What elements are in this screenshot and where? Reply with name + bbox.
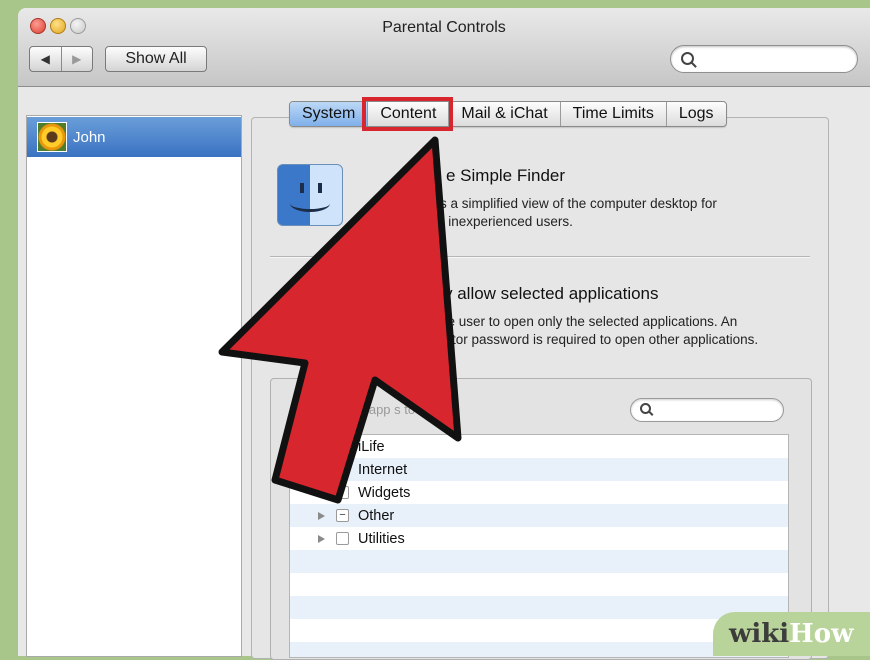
apps-hint-label: e app s to allow xyxy=(358,402,449,417)
finder-icon xyxy=(277,164,343,226)
tab-time-limits[interactable]: Time Limits xyxy=(559,102,666,126)
show-all-button[interactable]: Show All xyxy=(105,46,207,72)
section-divider xyxy=(270,256,810,258)
preferences-search-input[interactable] xyxy=(670,45,858,73)
back-forward-control: ◀ ▶ xyxy=(29,46,93,72)
app-row-utilities[interactable]: Utilities xyxy=(290,527,788,550)
finder-eye-right xyxy=(318,183,322,193)
app-checkbox-other[interactable]: − xyxy=(336,509,349,522)
tab-logs[interactable]: Logs xyxy=(665,102,726,126)
watermark-part2: How xyxy=(789,619,854,649)
search-icon xyxy=(640,403,651,414)
app-label: Utilities xyxy=(358,530,405,547)
chevron-right-icon: ▶ xyxy=(72,52,82,66)
watermark-part1: wiki xyxy=(729,619,790,649)
wikihow-watermark: wiki How xyxy=(713,612,870,656)
simple-finder-title[interactable]: e Simple Finder xyxy=(446,166,565,186)
simple-finder-desc-line1: s a simplified view of the computer desk… xyxy=(440,196,717,211)
only-allow-desc-line2: rator password is required to open other… xyxy=(440,332,759,347)
search-icon xyxy=(681,52,694,65)
app-row-internet[interactable]: ✓ Internet xyxy=(290,458,788,481)
simple-finder-desc-line2: r inexperienced users. xyxy=(440,214,573,229)
only-allow-desc-line1: he user to open only the selected applic… xyxy=(440,314,738,329)
window-title: Parental Controls xyxy=(382,19,506,36)
app-row-ilife[interactable]: iLife xyxy=(290,435,788,458)
disclosure-triangle-icon[interactable] xyxy=(318,511,325,520)
app-checkbox-internet[interactable]: ✓ xyxy=(336,463,349,476)
app-row-other[interactable]: − Other xyxy=(290,504,788,527)
app-label: Other xyxy=(358,507,395,524)
back-button[interactable]: ◀ xyxy=(30,47,61,71)
tab-system[interactable]: System xyxy=(290,102,368,126)
tab-bar: System Content Mail & iChat Time Limits … xyxy=(289,97,727,131)
finder-eye-left xyxy=(300,183,304,193)
disclosure-triangle-icon[interactable] xyxy=(318,534,325,543)
only-allow-title[interactable]: y allow selected applications xyxy=(444,284,659,304)
app-checkbox-widgets[interactable]: ✓ xyxy=(336,486,349,499)
user-list: John xyxy=(26,115,242,657)
app-checkbox-utilities[interactable] xyxy=(336,532,349,545)
tab-mail-ichat[interactable]: Mail & iChat xyxy=(448,102,559,126)
app-row-widgets[interactable]: ✓ Widgets xyxy=(290,481,788,504)
title-bar: Parental Controls ◀ ▶ Show All xyxy=(18,8,870,87)
chevron-left-icon: ◀ xyxy=(40,52,50,66)
user-avatar xyxy=(37,122,67,152)
tab-content[interactable]: Content xyxy=(362,97,454,131)
user-list-item-john[interactable]: John xyxy=(27,117,241,157)
finder-smile xyxy=(290,195,330,212)
app-label: Widgets xyxy=(358,484,411,501)
apps-search-input[interactable] xyxy=(630,398,784,422)
user-name: John xyxy=(73,128,106,146)
app-label: Internet xyxy=(358,461,408,478)
forward-button[interactable]: ▶ xyxy=(60,47,93,71)
app-label: iLife xyxy=(358,438,385,455)
